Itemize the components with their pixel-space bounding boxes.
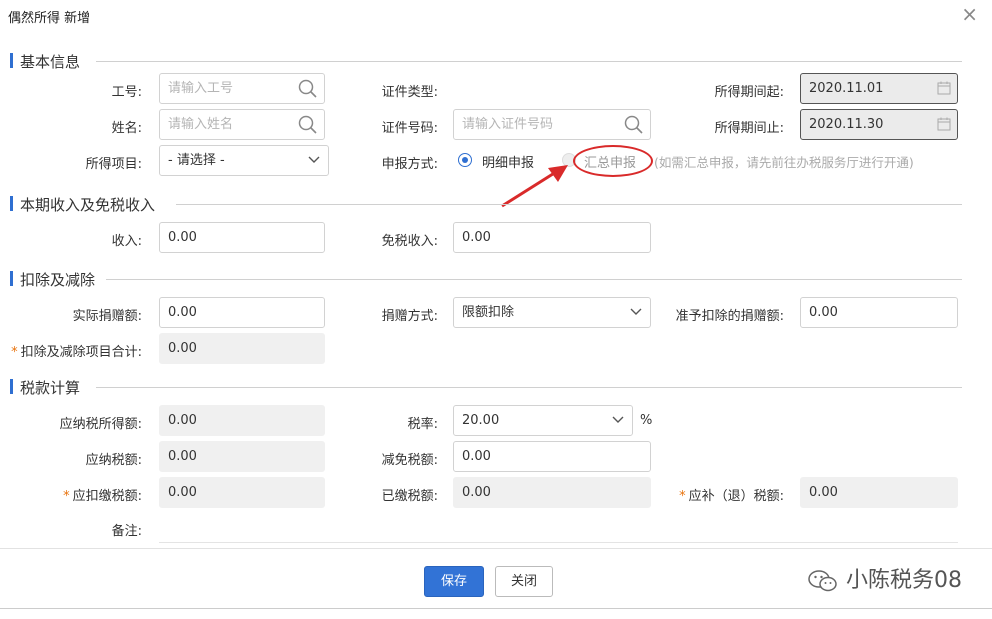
chevron-down-icon bbox=[630, 308, 642, 315]
tax-payable-label: 应纳税额: bbox=[85, 453, 142, 468]
section-basic-info: 基本信息 bbox=[10, 51, 962, 71]
save-button[interactable]: 保存 bbox=[424, 566, 484, 597]
chevron-down-icon bbox=[308, 156, 320, 163]
close-icon[interactable]: × bbox=[961, 4, 978, 24]
required-mark: * bbox=[11, 345, 18, 360]
income-item-value: - 请选择 - bbox=[168, 153, 225, 168]
section-marker bbox=[10, 53, 13, 68]
withholding-tax-label: * 应扣缴税额: bbox=[40, 485, 142, 504]
period-start-label: 所得期间起: bbox=[714, 85, 784, 100]
donation-method-label: 捐赠方式: bbox=[381, 309, 438, 324]
income-input[interactable]: 0.00 bbox=[159, 222, 325, 253]
footer-divider bbox=[0, 548, 992, 549]
section-title: 税款计算 bbox=[20, 379, 81, 397]
declare-hint: (如需汇总申报，请先前往办税服务厅进行开通) bbox=[654, 155, 914, 170]
watermark: 小陈税务08 bbox=[808, 562, 962, 594]
wechat-icon bbox=[808, 570, 837, 592]
taxable-income-value: 0.00 bbox=[159, 405, 325, 436]
dialog-title: 偶然所得 新增 bbox=[8, 11, 91, 26]
annotation-ellipse bbox=[573, 145, 653, 177]
period-end-value: 2020.11.30 bbox=[809, 117, 884, 132]
section-divider bbox=[176, 204, 962, 205]
tax-rate-unit: % bbox=[640, 413, 653, 428]
withholding-tax-text: 应扣缴税额: bbox=[72, 489, 142, 504]
name-input[interactable]: 请输入姓名 bbox=[159, 109, 325, 140]
refund-tax-text: 应补（退）税额: bbox=[688, 489, 784, 504]
section-title: 本期收入及免税收入 bbox=[20, 196, 156, 214]
section-marker bbox=[10, 379, 13, 394]
income-item-select[interactable]: - 请选择 - bbox=[159, 145, 329, 176]
calendar-icon[interactable] bbox=[937, 117, 951, 131]
section-divider bbox=[96, 61, 962, 62]
exempt-income-label: 免税收入: bbox=[381, 234, 438, 249]
section-income: 本期收入及免税收入 bbox=[10, 194, 962, 214]
deduction-total-text: 扣除及减除项目合计: bbox=[20, 345, 142, 360]
radio-detail-declare[interactable] bbox=[458, 153, 472, 167]
section-marker bbox=[10, 196, 13, 211]
name-placeholder: 请输入姓名 bbox=[168, 117, 234, 132]
search-icon[interactable] bbox=[624, 115, 644, 135]
search-icon[interactable] bbox=[298, 79, 318, 99]
allowed-donation-input[interactable]: 0.00 bbox=[800, 297, 958, 328]
refund-tax-label: * 应补（退）税额: bbox=[660, 485, 784, 504]
id-type-label: 证件类型: bbox=[381, 85, 438, 100]
exempt-income-input[interactable]: 0.00 bbox=[453, 222, 651, 253]
paid-tax-label: 已缴税额: bbox=[381, 489, 438, 504]
dialog-titlebar: 偶然所得 新增 × bbox=[0, 0, 992, 32]
section-divider bbox=[96, 387, 962, 388]
income-item-label: 所得项目: bbox=[85, 157, 142, 172]
withholding-tax-value: 0.00 bbox=[159, 477, 325, 508]
tax-reduction-label: 减免税额: bbox=[381, 453, 438, 468]
tax-rate-label: 税率: bbox=[407, 417, 438, 432]
remark-label: 备注: bbox=[111, 524, 142, 539]
section-title: 基本信息 bbox=[20, 53, 81, 71]
allowed-donation-label: 准予扣除的捐赠额: bbox=[675, 309, 784, 324]
donation-method-select[interactable]: 限额扣除 bbox=[453, 297, 651, 328]
deduction-total-value: 0.00 bbox=[159, 333, 325, 364]
donation-label: 实际捐赠额: bbox=[72, 309, 142, 324]
period-start-date[interactable]: 2020.11.01 bbox=[800, 73, 958, 104]
emp-id-placeholder: 请输入工号 bbox=[168, 81, 234, 96]
section-marker bbox=[10, 271, 13, 286]
donation-input[interactable]: 0.00 bbox=[159, 297, 325, 328]
donation-method-value: 限额扣除 bbox=[462, 305, 515, 320]
deduction-total-label: * 扣除及减除项目合计: bbox=[0, 341, 142, 360]
id-no-label: 证件号码: bbox=[381, 121, 438, 136]
id-no-placeholder: 请输入证件号码 bbox=[462, 117, 554, 132]
period-end-label: 所得期间止: bbox=[714, 121, 784, 136]
tax-rate-select[interactable]: 20.00 bbox=[453, 405, 633, 436]
tax-reduction-input[interactable]: 0.00 bbox=[453, 441, 651, 472]
declare-method-label: 申报方式: bbox=[381, 157, 438, 172]
period-end-date[interactable]: 2020.11.30 bbox=[800, 109, 958, 140]
section-title: 扣除及减除 bbox=[20, 271, 96, 289]
tax-rate-value: 20.00 bbox=[462, 413, 500, 428]
tax-payable-value: 0.00 bbox=[159, 441, 325, 472]
period-start-value: 2020.11.01 bbox=[809, 81, 884, 96]
calendar-icon[interactable] bbox=[937, 81, 951, 95]
paid-tax-value: 0.00 bbox=[453, 477, 651, 508]
dialog-bottom-border bbox=[0, 608, 992, 609]
search-icon[interactable] bbox=[298, 115, 318, 135]
id-no-input[interactable]: 请输入证件号码 bbox=[453, 109, 651, 140]
name-label: 姓名: bbox=[111, 121, 142, 136]
section-tax: 税款计算 bbox=[10, 377, 962, 397]
section-deduction: 扣除及减除 bbox=[10, 269, 962, 289]
close-button[interactable]: 关闭 bbox=[495, 566, 553, 597]
required-mark: * bbox=[679, 489, 686, 504]
emp-id-input[interactable]: 请输入工号 bbox=[159, 73, 325, 104]
income-label: 收入: bbox=[111, 234, 142, 249]
remark-field[interactable] bbox=[159, 542, 958, 543]
taxable-income-label: 应纳税所得额: bbox=[59, 417, 142, 432]
required-mark: * bbox=[63, 489, 70, 504]
watermark-text: 小陈税务08 bbox=[846, 568, 962, 593]
emp-id-label: 工号: bbox=[111, 85, 142, 100]
refund-tax-value: 0.00 bbox=[800, 477, 958, 508]
chevron-down-icon bbox=[612, 416, 624, 423]
section-divider bbox=[106, 279, 962, 280]
